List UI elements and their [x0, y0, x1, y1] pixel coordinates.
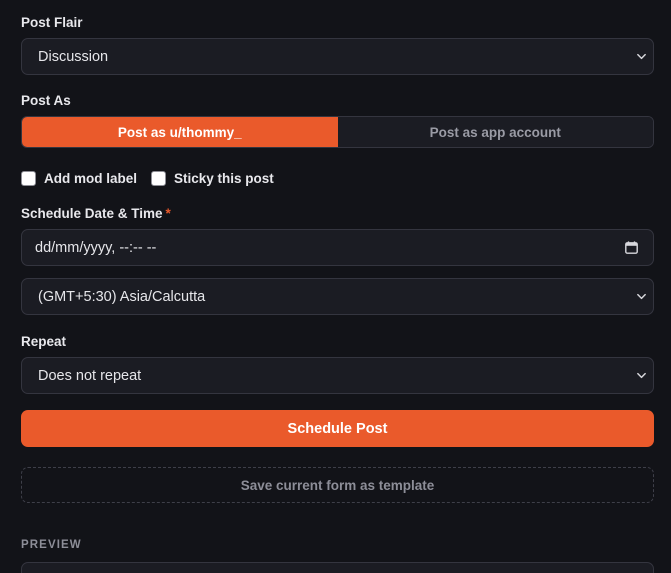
preview-card: [21, 562, 654, 573]
sticky-post-checkbox[interactable]: Sticky this post: [151, 171, 274, 186]
post-flair-select[interactable]: Discussion: [21, 38, 654, 75]
post-flair-value: Discussion: [38, 48, 109, 65]
schedule-post-button[interactable]: Schedule Post: [21, 410, 654, 447]
chevron-down-icon: [637, 293, 646, 299]
sticky-post-text: Sticky this post: [174, 171, 274, 186]
repeat-value: Does not repeat: [38, 367, 142, 384]
post-flair-label: Post Flair: [21, 15, 83, 30]
calendar-icon[interactable]: [625, 240, 638, 254]
schedule-label: Schedule Date & Time *: [21, 206, 171, 221]
schedule-label-text: Schedule Date & Time: [21, 206, 163, 221]
add-mod-label-checkbox[interactable]: Add mod label: [21, 171, 137, 186]
chevron-down-icon: [637, 372, 646, 378]
sticky-post-box[interactable]: [151, 171, 166, 186]
schedule-datetime-placeholder: dd/mm/yyyy, --:-- --: [35, 239, 157, 256]
post-as-label: Post As: [21, 93, 71, 108]
schedule-datetime-input[interactable]: dd/mm/yyyy, --:-- --: [21, 229, 654, 266]
post-as-toggle: Post as u/thommy_ Post as app account: [21, 116, 654, 148]
post-as-app-option[interactable]: Post as app account: [337, 117, 653, 147]
required-mark: *: [165, 206, 171, 221]
save-template-button[interactable]: Save current form as template: [21, 467, 654, 503]
repeat-label: Repeat: [21, 334, 67, 349]
add-mod-label-box[interactable]: [21, 171, 36, 186]
timezone-select[interactable]: (GMT+5:30) Asia/Calcutta: [21, 278, 654, 315]
preview-heading: PREVIEW: [21, 539, 82, 551]
repeat-select[interactable]: Does not repeat: [21, 357, 654, 394]
post-as-user-option[interactable]: Post as u/thommy_: [22, 117, 338, 147]
add-mod-label-text: Add mod label: [44, 171, 138, 186]
timezone-value: (GMT+5:30) Asia/Calcutta: [38, 288, 206, 305]
chevron-down-icon: [637, 53, 646, 59]
